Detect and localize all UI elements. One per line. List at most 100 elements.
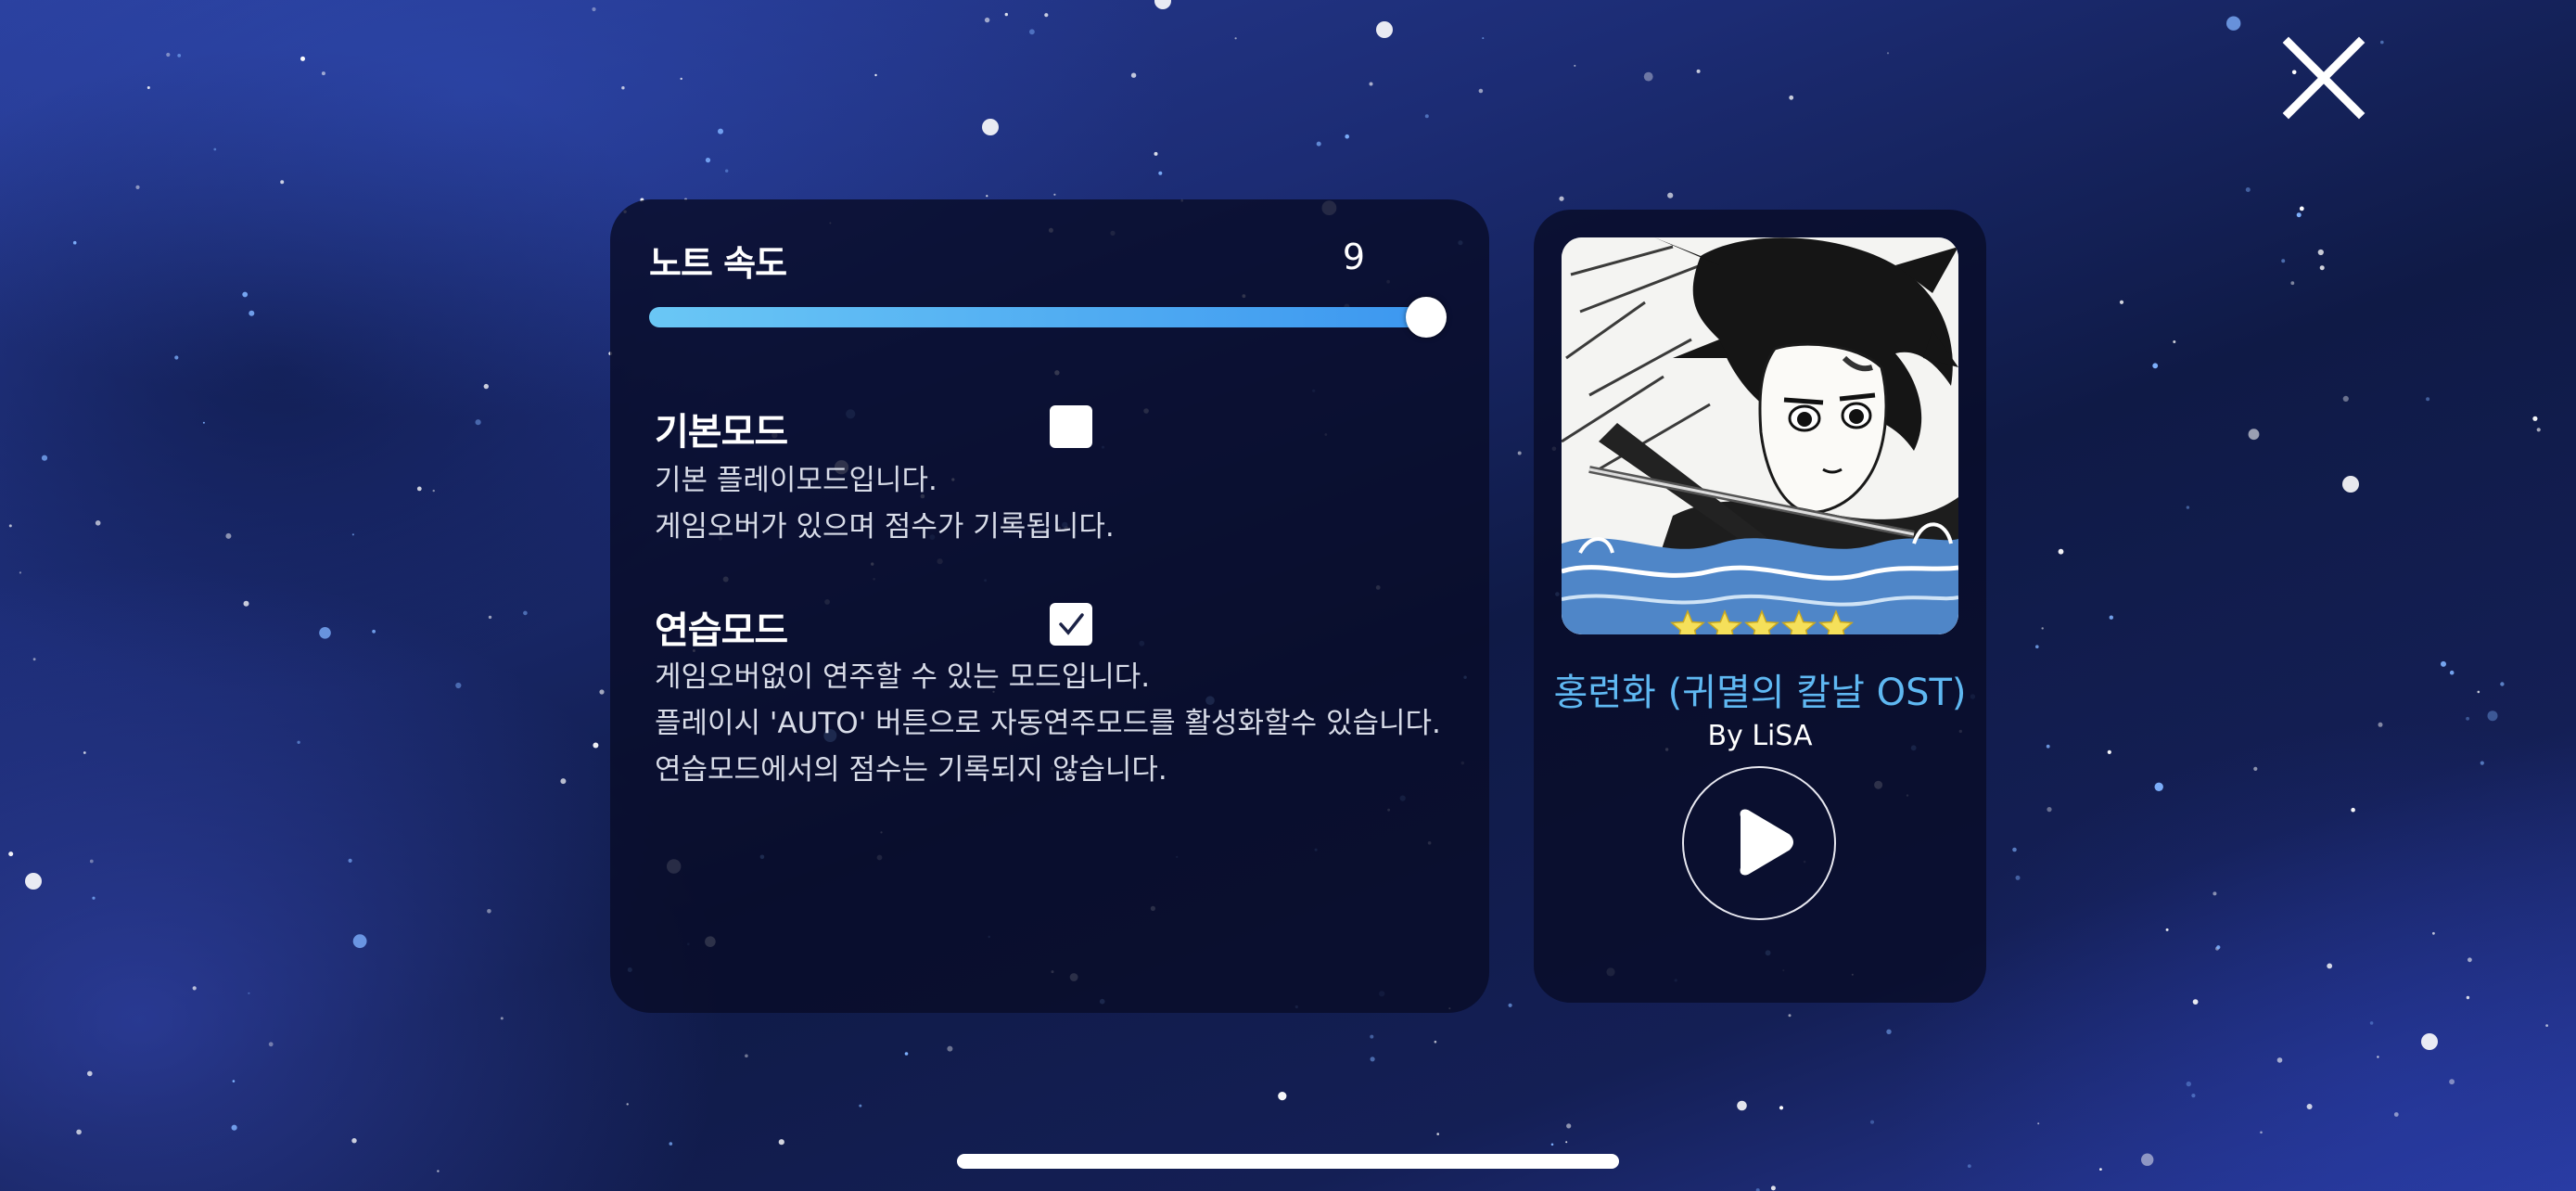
star-dot xyxy=(2192,999,2199,1005)
star-dot xyxy=(248,992,250,994)
star-dot xyxy=(718,128,723,134)
star-dot xyxy=(2191,1094,2196,1098)
star-dot xyxy=(416,486,422,492)
anime-character-illustration-icon xyxy=(1562,237,1958,634)
star-dot xyxy=(669,1142,673,1146)
star-dot xyxy=(2281,259,2286,263)
song-artist: By LiSA xyxy=(1707,720,1813,752)
star-dot xyxy=(231,1124,237,1131)
star-dot xyxy=(1478,88,1484,94)
star-dot xyxy=(2449,670,2455,675)
star-dot xyxy=(268,1042,274,1047)
album-art xyxy=(1562,237,1958,634)
star-dot xyxy=(523,610,528,616)
basic-mode-description-line: 게임오버가 있으며 점수가 기록됩니다. xyxy=(655,510,1115,544)
difficulty-stars xyxy=(1670,609,1854,634)
star-dot xyxy=(2449,1079,2455,1085)
star-dot xyxy=(2253,766,2258,772)
star-dot xyxy=(483,383,489,390)
star-dot xyxy=(2041,627,2044,630)
star-dot xyxy=(83,751,86,754)
star-dot xyxy=(243,600,249,607)
star-dot xyxy=(2378,722,2383,727)
star-icon xyxy=(1818,609,1854,634)
star-dot xyxy=(1482,37,1485,40)
star-dot xyxy=(1517,451,1522,455)
basic-mode-title: 기본모드 xyxy=(655,411,788,454)
star-dot xyxy=(1424,114,1429,119)
star-dot xyxy=(1158,171,1163,175)
star-dot xyxy=(2154,782,2163,791)
star-dot xyxy=(297,740,300,744)
star-dot xyxy=(2260,1131,2263,1134)
star-dot xyxy=(95,520,101,526)
star-dot xyxy=(1967,1164,1971,1168)
note-speed-value: 9 xyxy=(1342,237,1366,277)
star-dot xyxy=(745,1054,748,1058)
star-dot xyxy=(92,896,96,900)
basic-mode-checkbox[interactable] xyxy=(1050,405,1092,448)
play-button[interactable] xyxy=(1682,766,1836,920)
star-dot xyxy=(487,909,491,914)
star-dot xyxy=(599,689,605,695)
star-dot xyxy=(432,489,435,493)
star-dot xyxy=(2532,416,2538,421)
star-dot xyxy=(2377,1056,2379,1058)
star-dot xyxy=(1643,71,1653,82)
star-icon xyxy=(1707,609,1742,634)
star-dot xyxy=(2466,995,2470,1000)
star-dot xyxy=(500,1017,504,1020)
star-dot xyxy=(2487,711,2498,722)
note-speed-slider[interactable] xyxy=(649,297,1447,338)
star-dot xyxy=(351,533,354,536)
star-dot xyxy=(725,169,729,173)
star-dot xyxy=(2037,1122,2040,1125)
star-dot xyxy=(166,52,171,58)
star-dot xyxy=(2327,963,2333,969)
star-dot xyxy=(2152,363,2159,369)
star-dot xyxy=(213,147,217,151)
star-dot xyxy=(1234,37,1237,40)
star-dot xyxy=(2173,340,2176,343)
play-icon xyxy=(1740,809,1793,876)
star-dot xyxy=(2107,749,2111,755)
star-dot xyxy=(1434,1040,1437,1044)
practice-mode-checkbox[interactable] xyxy=(1050,603,1092,646)
star-icon xyxy=(1670,609,1705,634)
star-dot xyxy=(2276,1057,2283,1063)
star-dot xyxy=(2186,506,2190,509)
star-dot xyxy=(72,240,77,245)
star-dot xyxy=(1278,1092,1287,1101)
star-dot xyxy=(192,986,197,991)
star-dot xyxy=(2306,1104,2313,1109)
close-button[interactable] xyxy=(2281,35,2366,121)
star-dot xyxy=(1053,193,1056,196)
close-icon xyxy=(2282,36,2366,120)
star-dot xyxy=(177,54,182,58)
star-dot xyxy=(904,1052,909,1056)
song-title: 홍련화 (귀멸의 칼날 OST) xyxy=(1553,672,1967,714)
star-dot xyxy=(1044,13,1049,18)
star-dot xyxy=(2099,1168,2102,1171)
star-dot xyxy=(89,859,94,864)
star-dot xyxy=(2426,397,2430,402)
star-dot xyxy=(2165,928,2169,931)
star-dot xyxy=(2012,847,2017,852)
star-dot xyxy=(2245,187,2251,192)
star-dot xyxy=(2545,1024,2549,1027)
star-dot xyxy=(2248,429,2260,441)
star-dot xyxy=(1565,1141,1568,1144)
star-dot xyxy=(2109,615,2113,620)
star-dot xyxy=(1370,1057,1375,1062)
practice-mode-title: 연습모드 xyxy=(655,609,788,652)
star-dot xyxy=(593,742,599,749)
note-speed-slider-thumb[interactable] xyxy=(1406,297,1447,338)
star-dot xyxy=(859,1104,862,1108)
star-dot xyxy=(475,419,481,426)
check-icon xyxy=(1059,613,1084,635)
star-dot xyxy=(1869,1120,1875,1124)
star-dot xyxy=(242,291,249,298)
star-dot xyxy=(8,852,14,857)
star-dot xyxy=(2296,212,2302,218)
star-dot xyxy=(1370,1034,1374,1039)
